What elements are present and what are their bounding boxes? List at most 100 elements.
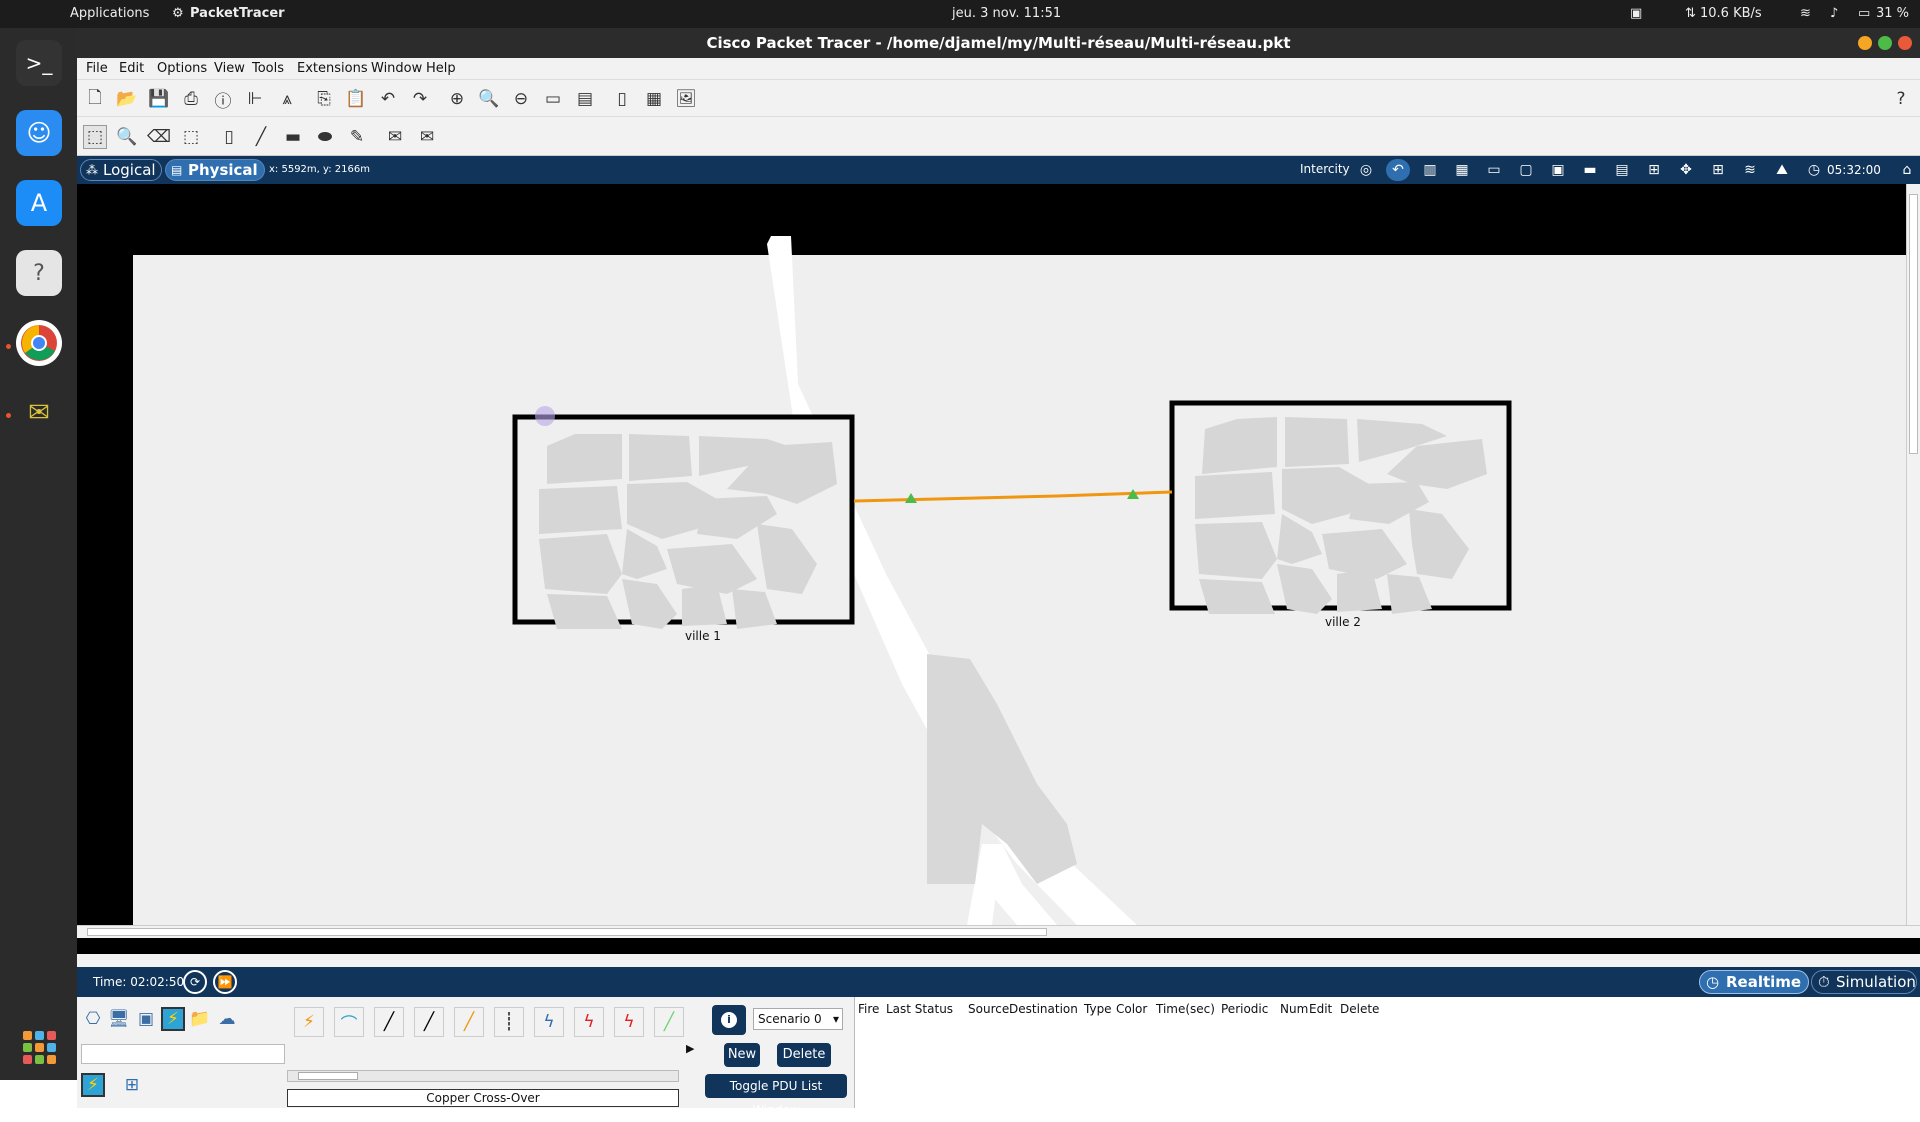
move-object-icon[interactable]: ▬	[1578, 159, 1602, 181]
menu-extensions[interactable]: Extensions	[297, 61, 368, 76]
freeform-icon[interactable]: ✎	[345, 125, 369, 149]
menu-view[interactable]: View	[214, 61, 245, 76]
components-icon[interactable]: ▣	[134, 1007, 158, 1031]
copper-crossover-icon[interactable]: ╱	[414, 1007, 444, 1037]
connections-scrollbar[interactable]	[287, 1070, 679, 1082]
maximize-button[interactable]	[1878, 36, 1892, 50]
new-city-icon[interactable]: ▣	[1546, 159, 1570, 181]
navigation-icon[interactable]: ◎	[1354, 159, 1378, 181]
image-icon[interactable]: 🖼	[674, 87, 698, 111]
network-devices-icon[interactable]: ⎔	[81, 1007, 105, 1031]
minimize-button[interactable]	[1858, 36, 1872, 50]
add-simple-pdu-icon[interactable]: ✉	[383, 125, 407, 149]
fast-forward-icon[interactable]: ⏩	[213, 970, 237, 994]
draw-ellipse-icon[interactable]: ⬬	[313, 125, 337, 149]
activity-wizard-icon[interactable]: ⩓	[275, 87, 299, 111]
physical-workspace[interactable]: ville 1 ville 2	[77, 184, 1920, 954]
home-icon[interactable]: ⌂	[1895, 159, 1919, 181]
expand-panel-icon[interactable]: ▶	[686, 1042, 694, 1055]
move-icon[interactable]: ✥	[1674, 159, 1698, 181]
connection-type-icon[interactable]: ⚡	[81, 1073, 105, 1097]
city-ville-2[interactable]	[1169, 400, 1512, 614]
place-note-icon[interactable]: ▯	[217, 125, 241, 149]
connections-scroll-thumb[interactable]	[298, 1072, 358, 1080]
inspect-icon[interactable]: 🔍	[115, 125, 139, 149]
network-speed[interactable]: 10.6 KB/s	[1700, 6, 1762, 21]
active-app-label[interactable]: PacketTracer	[190, 6, 285, 21]
close-button[interactable]	[1898, 36, 1912, 50]
delete-scenario-button[interactable]: Delete	[777, 1043, 831, 1067]
help-icon[interactable]: ?	[16, 250, 62, 296]
zoom-in-icon[interactable]: ⊕	[445, 87, 469, 111]
horizontal-scrollbar[interactable]	[77, 925, 1920, 938]
open-folder-icon[interactable]: 📂	[115, 87, 139, 111]
copy-icon[interactable]: ⎘	[312, 87, 336, 111]
draw-rectangle-icon[interactable]: ▬	[281, 125, 305, 149]
device-search-field[interactable]	[81, 1044, 285, 1064]
delete-icon[interactable]: ⌫	[147, 125, 171, 149]
menu-options[interactable]: Options	[157, 61, 207, 76]
copper-straight-icon[interactable]: ╱	[374, 1007, 404, 1037]
multiuser-icon[interactable]: ☁	[215, 1007, 239, 1031]
new-building-icon[interactable]: ▥	[1418, 159, 1442, 181]
new-scenario-button[interactable]: New	[724, 1043, 760, 1067]
copper-link[interactable]	[853, 490, 1173, 503]
battery-icon[interactable]: ▭	[1858, 6, 1870, 21]
horizontal-scroll-thumb[interactable]	[87, 928, 1047, 936]
packettracer-dock-icon[interactable]: ✉	[16, 390, 62, 436]
menu-edit[interactable]: Edit	[119, 61, 144, 76]
serial-dce-icon[interactable]: ϟ	[574, 1007, 604, 1037]
drawing-palette-icon[interactable]: ▭	[541, 87, 565, 111]
new-file-icon[interactable]: 🗋	[83, 87, 107, 111]
redo-icon[interactable]: ↷	[408, 87, 432, 111]
network-info-icon[interactable]: ⊩	[243, 87, 267, 111]
new-rack-icon[interactable]: ▭	[1482, 159, 1506, 181]
wifi-icon[interactable]: ≋	[1800, 6, 1811, 21]
finder-icon[interactable]: ☺	[16, 110, 62, 156]
select-icon[interactable]: ⬚	[83, 125, 107, 149]
back-icon[interactable]: ↶	[1386, 159, 1410, 181]
grid-icon[interactable]: ⊞	[1642, 159, 1666, 181]
working-closet-icon[interactable]: ▤	[1610, 159, 1634, 181]
draw-line-icon[interactable]: ╱	[249, 125, 273, 149]
connection-subtype-icon[interactable]: ⊞	[120, 1073, 144, 1097]
paste-icon[interactable]: 📋	[344, 87, 368, 111]
simulation-button[interactable]: ⏱ Simulation	[1811, 970, 1917, 994]
resize-shape-icon[interactable]: ⬚	[179, 125, 203, 149]
power-cycle-icon[interactable]: ⟳	[183, 970, 207, 994]
menu-file[interactable]: File	[86, 61, 108, 76]
serial-dte-icon[interactable]: ϟ	[614, 1007, 644, 1037]
show-apps-icon[interactable]	[16, 1024, 62, 1070]
background-image-icon[interactable]: ⛰	[1770, 159, 1794, 181]
octal-cable-icon[interactable]: ╱	[654, 1007, 684, 1037]
vertical-scrollbar[interactable]	[1906, 184, 1920, 925]
zoom-reset-icon[interactable]: 🔍	[477, 87, 501, 111]
clock-icon[interactable]: ◷	[1802, 159, 1826, 181]
new-table-icon[interactable]: ▢	[1514, 159, 1538, 181]
scenario-select[interactable]: Scenario 0 ▾	[753, 1008, 843, 1030]
realtime-button[interactable]: ◷ Realtime	[1699, 970, 1809, 994]
undo-icon[interactable]: ↶	[376, 87, 400, 111]
zoom-out-icon[interactable]: ⊖	[509, 87, 533, 111]
print-icon[interactable]: ⎙	[179, 87, 203, 111]
coaxial-icon[interactable]: ϟ	[534, 1007, 564, 1037]
wireless-icon[interactable]: ≋	[1738, 159, 1762, 181]
logical-view-button[interactable]: ⁂ Logical	[80, 159, 162, 181]
connections-icon[interactable]: ⚡	[161, 1007, 185, 1031]
help-question-icon[interactable]: ?	[1889, 87, 1913, 111]
automatic-connection-icon[interactable]: ⚡	[294, 1007, 324, 1037]
viewport-icon[interactable]: ▦	[642, 87, 666, 111]
pdu-list[interactable]: Fire Last Status Source Destination Type…	[854, 997, 1920, 1108]
screen-icon[interactable]: ▣	[1630, 6, 1642, 21]
vertical-scroll-thumb[interactable]	[1909, 194, 1918, 454]
fiber-icon[interactable]: ╱	[454, 1007, 484, 1037]
phone-cable-icon[interactable]: ┊	[494, 1007, 524, 1037]
custom-device-icon[interactable]: ▤	[573, 87, 597, 111]
new-closet-icon[interactable]: ▦	[1450, 159, 1474, 181]
toggle-pdu-list-button[interactable]: Toggle PDU List Window	[705, 1074, 847, 1117]
scenario-info-button[interactable]: i	[712, 1005, 746, 1035]
save-icon[interactable]: 💾	[147, 87, 171, 111]
city-ville-1[interactable]	[512, 414, 855, 629]
console-cable-icon[interactable]: ⌒	[334, 1007, 364, 1037]
terminal-icon[interactable]: >_	[16, 40, 62, 86]
